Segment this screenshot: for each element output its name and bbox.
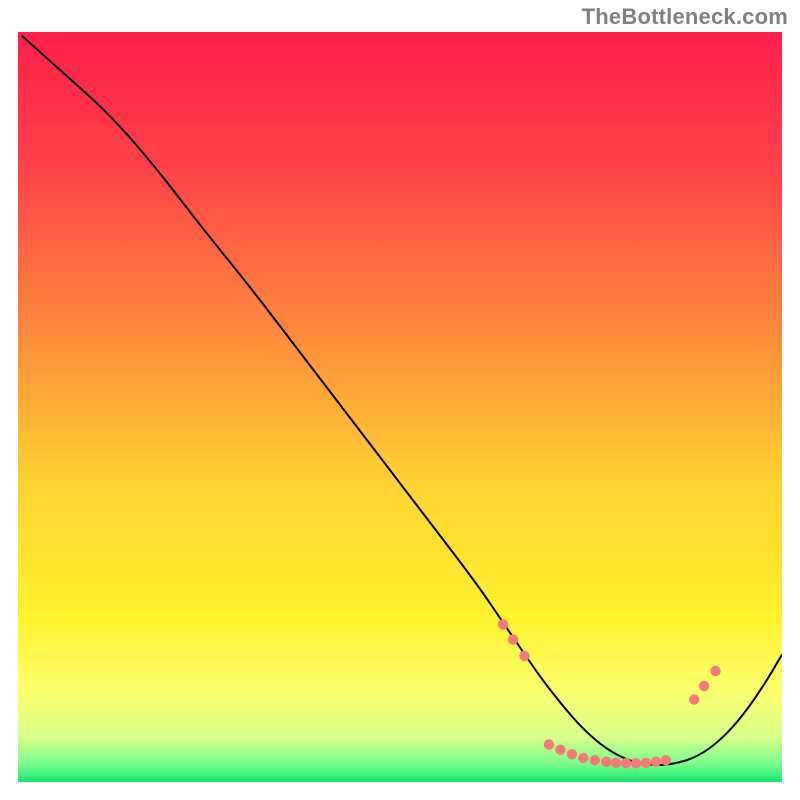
- marker-point: [631, 758, 641, 768]
- plot-area: [18, 32, 782, 782]
- marker-point: [567, 749, 577, 759]
- marker-point: [601, 757, 611, 767]
- marker-point: [699, 681, 709, 691]
- marker-point: [555, 745, 565, 755]
- marker-point: [508, 634, 518, 644]
- gradient-background: [18, 32, 782, 782]
- chart-frame: TheBottleneck.com: [0, 0, 800, 800]
- marker-point: [590, 755, 600, 765]
- marker-point: [544, 739, 554, 749]
- watermark-text: TheBottleneck.com: [582, 4, 788, 30]
- marker-point: [578, 753, 588, 763]
- marker-point: [689, 694, 699, 704]
- marker-point: [498, 619, 508, 629]
- marker-point: [661, 755, 671, 765]
- marker-point: [611, 758, 621, 768]
- marker-point: [519, 651, 529, 661]
- marker-point: [651, 757, 661, 767]
- marker-point: [621, 758, 631, 768]
- chart-svg: [18, 32, 782, 782]
- marker-point: [641, 758, 651, 768]
- marker-point: [710, 666, 720, 676]
